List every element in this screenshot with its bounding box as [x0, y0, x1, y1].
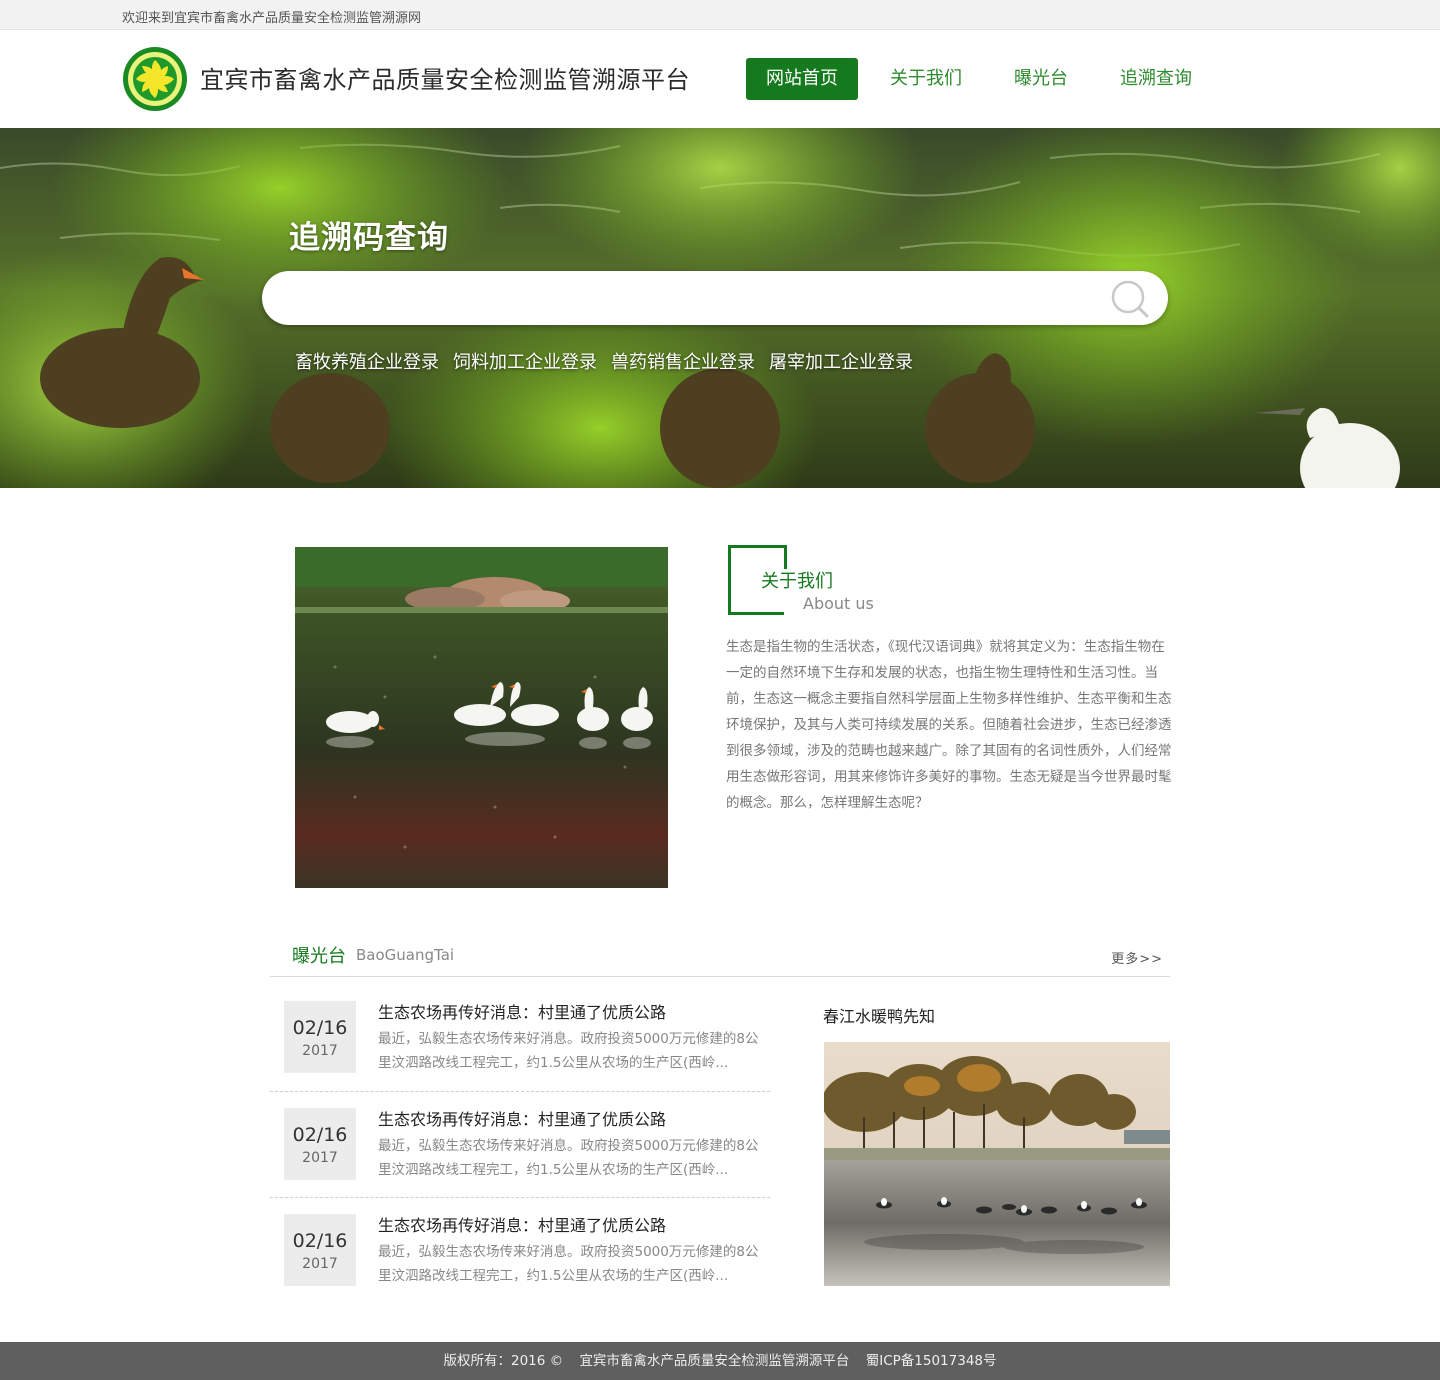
top-welcome-bar: 欢迎来到宜宾市畜禽水产品质量安全检测监管溯源网 [0, 0, 1440, 30]
about-title: 关于我们 [761, 571, 833, 592]
about-description: 生态是指生物的生活状态，《现代汉语词典》就将其定义为：生态指生物在一定的自然环境… [726, 639, 1172, 811]
login-link-feed[interactable]: 饲料加工企业登录 [453, 348, 597, 374]
site-logo[interactable] [122, 46, 188, 112]
main-nav: 网站首页 关于我们 曝光台 追溯查询 [746, 58, 1224, 100]
login-link-livestock[interactable]: 畜牧养殖企业登录 [295, 348, 439, 374]
trace-search-box[interactable] [262, 271, 1168, 325]
nav-about[interactable]: 关于我们 [870, 58, 982, 100]
site-header: 宜宾市畜禽水产品质量安全检测监管溯源平台 网站首页 关于我们 曝光台 追溯查询 [0, 30, 1440, 128]
site-footer: 版权所有：2016 © 宜宾市畜禽水产品质量安全检测监管溯源平台 蜀ICP备15… [0, 1342, 1440, 1380]
banner-title: 追溯码查询 [289, 220, 449, 256]
about-geese-photo [295, 547, 668, 888]
about-subtitle: About us [803, 594, 874, 613]
news-date: 02/16 [292, 1124, 348, 1146]
nav-home[interactable]: 网站首页 [746, 58, 858, 100]
exposure-more-link[interactable]: 更多>> [1111, 948, 1163, 967]
featured-news-title[interactable]: 春江水暖鸭先知 [823, 1003, 935, 1027]
news-date-box: 02/16 2017 [284, 1001, 356, 1073]
footer-copyright: 版权所有：2016 © [443, 1353, 564, 1369]
news-list: 02/16 2017 生态农场再传好消息：村里通了优质公路 最近，弘毅生态农场传… [270, 985, 770, 1305]
news-summary: 最近，弘毅生态农场传来好消息。政府投资5000万元修建的8公里汶泗路改线工程完工… [378, 1138, 759, 1178]
news-date: 02/16 [292, 1017, 348, 1039]
news-title[interactable]: 生态农场再传好消息：村里通了优质公路 [378, 999, 666, 1023]
news-item[interactable]: 02/16 2017 生态农场再传好消息：村里通了优质公路 最近，弘毅生态农场传… [270, 1198, 770, 1305]
login-link-slaughter[interactable]: 屠宰加工企业登录 [769, 348, 913, 374]
exposure-section-header: 曝光台 BaoGuangTai 更多>> [270, 940, 1170, 977]
exposure-subtitle: BaoGuangTai [356, 946, 455, 964]
news-date-box: 02/16 2017 [284, 1108, 356, 1180]
footer-site-name: 宜宾市畜禽水产品质量安全检测监管溯源平台 [579, 1353, 850, 1369]
news-year: 2017 [302, 1043, 338, 1059]
news-title[interactable]: 生态农场再传好消息：村里通了优质公路 [378, 1212, 666, 1236]
hero-banner: 追溯码查询 畜牧养殖企业登录 饲料加工企业登录 兽药销售企业登录 屠宰加工企业登… [0, 128, 1440, 488]
news-year: 2017 [302, 1256, 338, 1272]
news-summary: 最近，弘毅生态农场传来好消息。政府投资5000万元修建的8公里汶泗路改线工程完工… [378, 1244, 759, 1284]
nav-trace[interactable]: 追溯查询 [1100, 58, 1212, 100]
news-date-box: 02/16 2017 [284, 1214, 356, 1286]
footer-icp[interactable]: 蜀ICP备15017348号 [866, 1353, 997, 1369]
news-item[interactable]: 02/16 2017 生态农场再传好消息：村里通了优质公路 最近，弘毅生态农场传… [270, 1092, 770, 1198]
welcome-text: 欢迎来到宜宾市畜禽水产品质量安全检测监管溯源网 [122, 11, 422, 26]
news-item[interactable]: 02/16 2017 生态农场再传好消息：村里通了优质公路 最近，弘毅生态农场传… [270, 985, 770, 1092]
search-icon[interactable] [1108, 278, 1150, 320]
exposure-title: 曝光台 [292, 946, 346, 967]
news-summary: 最近，弘毅生态农场传来好消息。政府投资5000万元修建的8公里汶泗路改线工程完工… [378, 1031, 759, 1071]
site-title: 宜宾市畜禽水产品质量安全检测监管溯源平台 [200, 66, 690, 94]
news-date: 02/16 [292, 1230, 348, 1252]
login-link-veterinary[interactable]: 兽药销售企业登录 [611, 348, 755, 374]
enterprise-login-links: 畜牧养殖企业登录 饲料加工企业登录 兽药销售企业登录 屠宰加工企业登录 [295, 348, 927, 374]
trace-code-input[interactable] [292, 281, 1092, 315]
news-year: 2017 [302, 1150, 338, 1166]
news-title[interactable]: 生态农场再传好消息：村里通了优质公路 [378, 1106, 666, 1130]
featured-news-photo[interactable] [824, 1042, 1170, 1286]
nav-exposure[interactable]: 曝光台 [994, 58, 1088, 100]
